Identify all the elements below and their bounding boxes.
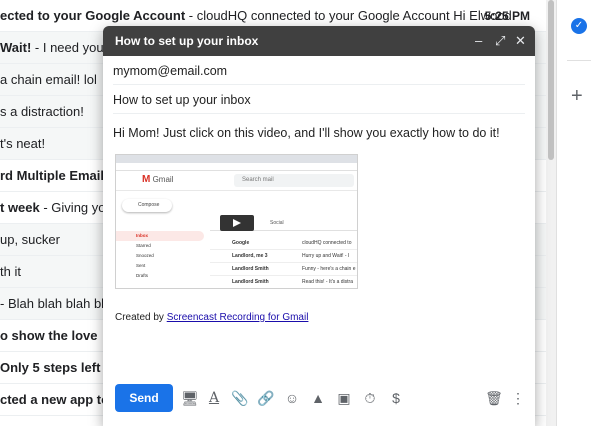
thumb-nav-item: Sent [136,263,146,268]
attach-icon[interactable]: 📎 [229,388,251,408]
minimize-icon[interactable]: – [475,26,482,56]
browser-tabs [116,155,357,163]
add-addon-icon[interactable]: + [571,86,583,106]
thumb-sender: Landlord Smith [232,279,269,285]
thumb-msg: cloudHQ connected to [302,240,352,246]
video-thumbnail[interactable]: M Gmail Search mail Compose Inbox Starre… [115,154,358,289]
thumb-row: Google cloudHQ connected to [210,237,357,250]
format-text-icon[interactable]: A [203,388,225,408]
gmail-logo: M Gmail [142,174,174,185]
credit-prefix: Created by [115,312,167,323]
row-subject: Only 5 steps left to [0,360,117,375]
delete-icon[interactable]: 🗑 [483,388,505,408]
thumb-app-name: Gmail [152,175,174,184]
thumb-row: Landlord, me 3 Hurry up and Wait! - I [210,250,357,263]
thumb-msg: Funny - here's a chain e [302,266,356,272]
thumb-row: Landlord Smith Funny - here's a chain e [210,263,357,276]
link-icon[interactable]: 🔗 [255,388,277,408]
emoji-icon[interactable]: ☺ [281,388,303,408]
thumb-tab-social: Social [270,220,284,226]
compose-header[interactable]: How to set up your inbox – ⤢ ✕ [103,26,535,56]
row-snippet: s a distraction! [0,104,84,119]
thumb-nav-item: Inbox [116,231,204,241]
thumb-search: Search mail [234,174,354,187]
compose-title: How to set up your inbox [115,34,259,48]
photo-icon[interactable]: ▣ [333,388,355,408]
subject-field[interactable]: How to set up your inbox [113,85,525,114]
row-subject: o show the love ☺ [0,328,115,343]
row-snippet: a chain email! lol [0,72,97,87]
row-snippet: up, sucker [0,232,60,247]
thumb-nav-item: Snoozed [136,253,154,258]
thumb-gmail-header: M Gmail Search mail [116,171,357,191]
thumb-msg: Read this! - It's a distra [302,279,353,285]
to-field[interactable]: mymom@email.com [113,56,525,85]
compose-toolbar: Send 🖥 A 📎 🔗 ☺ ▲ ▣ ⏱ $ 🗑 ⋮ [103,384,535,426]
row-snippet: - Blah blah blah blah [0,296,119,311]
play-icon[interactable] [220,215,254,231]
close-icon[interactable]: ✕ [515,26,526,56]
money-icon[interactable]: $ [385,388,407,408]
side-panel: ✓ + [556,0,600,426]
more-options-icon[interactable]: ⋮ [507,388,529,408]
thumb-compose-button: Compose [122,199,172,212]
send-button[interactable]: Send [115,384,173,412]
expand-icon[interactable]: ⤢ [495,26,505,56]
thumb-row: Landlord Smith Read this! - It's a distra [210,276,357,288]
message-body[interactable]: Hi Mom! Just click on this video, and I'… [113,126,525,140]
compose-window: How to set up your inbox – ⤢ ✕ mymom@ema… [103,26,535,426]
thumb-sender: Google [232,240,250,246]
inbox-scroll-thumb[interactable] [548,0,554,160]
row-snippet: - cloudHQ connected to your Google Accou… [185,8,512,23]
side-divider [567,60,591,61]
credit-line: Created by Screencast Recording for Gmai… [115,312,308,323]
screencast-icon[interactable]: 🖥 [179,388,201,408]
drive-icon[interactable]: ▲ [307,388,329,408]
thumb-nav-item: Drafts [136,273,149,278]
row-subject: t week [0,200,40,215]
thumb-sender: Landlord Smith [232,266,269,272]
row-subject: ected to your Google Account [0,8,186,23]
thumb-sender: Landlord, me 3 [232,253,268,259]
credit-link[interactable]: Screencast Recording for Gmail [167,312,309,323]
row-snippet: t's neat! [0,136,46,151]
row-snippet: th it [0,264,21,279]
confidential-icon[interactable]: ⏱ [359,388,381,408]
row-subject: Wait! [0,40,32,55]
tasks-icon[interactable]: ✓ [571,18,587,34]
browser-address-bar [116,163,357,171]
thumb-msg: Hurry up and Wait! - I [302,253,350,259]
thumb-nav-item: Starred [136,243,151,248]
